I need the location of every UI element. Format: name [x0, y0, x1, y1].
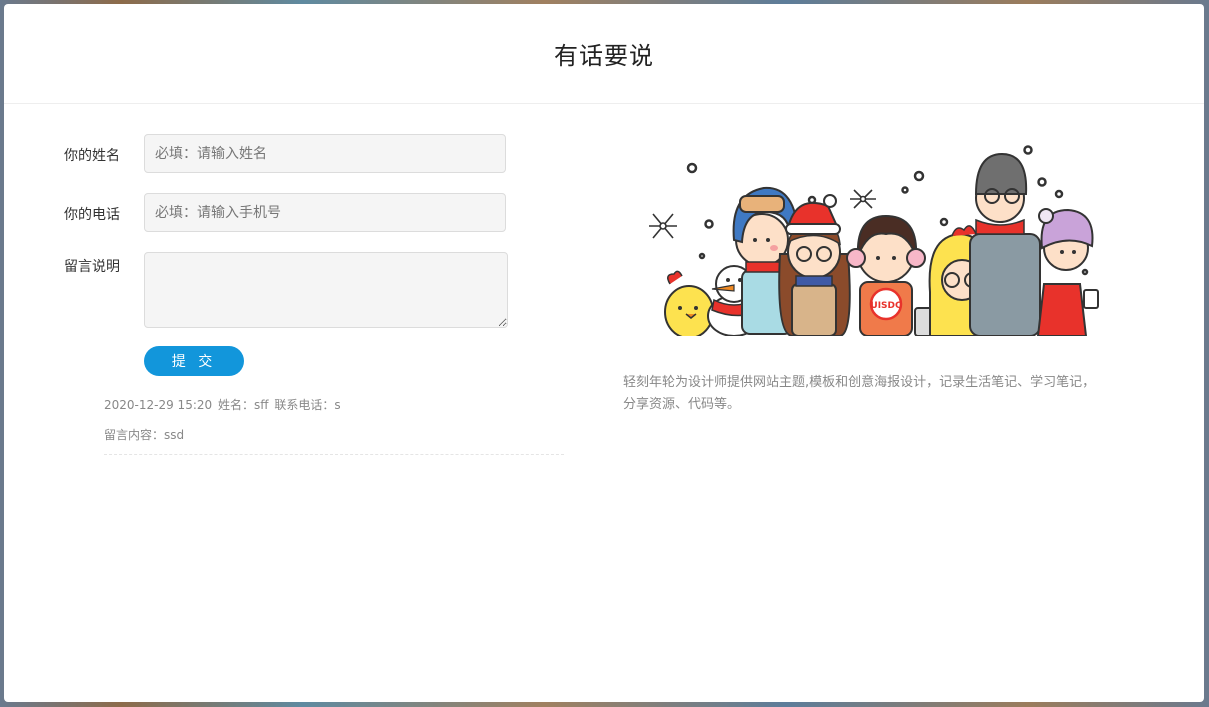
message-name-label: 姓名： [217, 398, 254, 412]
submit-button[interactable]: 提 交 [144, 346, 244, 376]
message-meta: 2020-12-29 15:20 姓名：sff 联系电话：s [104, 390, 564, 420]
message-content: ssd [164, 428, 185, 442]
message-dialog: 有话要说 你的姓名 你的电话 留言说明 提 交 2020-12-29 15:20… [4, 4, 1204, 702]
chick-character [664, 270, 714, 336]
dialog-title: 有话要说 [554, 42, 654, 70]
friends-illustration: UISDC [649, 145, 1099, 336]
message-name: sff [253, 398, 269, 412]
name-label: 你的姓名 [64, 148, 120, 164]
earmuff-girl-character: UISDC [846, 214, 926, 336]
message-content-line: 留言内容：ssd [104, 420, 564, 450]
phone-input[interactable] [144, 193, 506, 232]
message-phone-label: 联系电话： [274, 398, 335, 412]
message-datetime: 2020-12-29 15:20 [104, 398, 213, 412]
illustration-badge: UISDC [870, 301, 902, 311]
phone-label: 你的电话 [64, 207, 120, 223]
message-content-label: 留言内容： [104, 428, 165, 442]
dialog-header: 有话要说 [4, 4, 1204, 104]
message-label: 留言说明 [64, 259, 120, 275]
name-input[interactable] [144, 134, 506, 173]
site-description: 轻刻年轮为设计师提供网站主题,模板和创意海报设计，记录生活笔记、学习笔记，分享资… [623, 375, 1096, 412]
message-phone: s [334, 398, 341, 412]
message-entry: 2020-12-29 15:20 姓名：sff 联系电话：s 留言内容：ssd [104, 390, 564, 455]
info-panel: UISDC 轻刻年轮为设计师提供网站主题,模板和创意海报设计，记录生活笔记、学习… [604, 104, 1204, 702]
message-textarea[interactable] [144, 252, 508, 328]
beanie-boy-character [969, 152, 1041, 336]
knit-hat-girl-character [1036, 208, 1099, 336]
